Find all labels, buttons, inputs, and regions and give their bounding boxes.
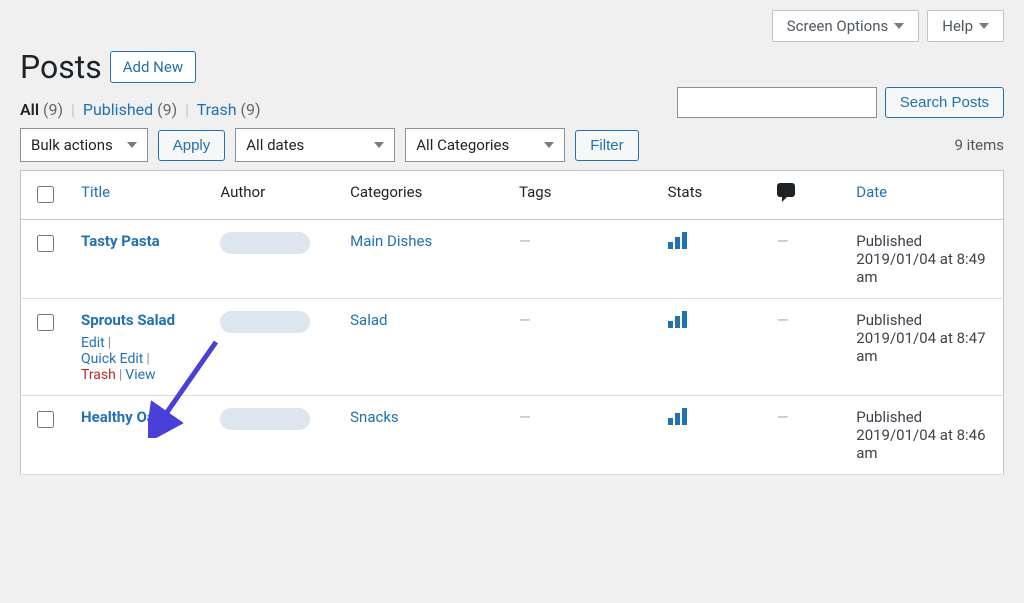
row-checkbox[interactable]: [37, 235, 54, 252]
screen-options-label: Screen Options: [787, 17, 889, 35]
column-date[interactable]: Date: [856, 183, 887, 201]
posts-table: Title Author Categories Tags Stats Date …: [20, 170, 1004, 475]
tags-cell: —: [519, 408, 531, 426]
page-title: Posts: [20, 48, 102, 86]
filter-trash[interactable]: Trash (9): [197, 100, 261, 119]
date-time: 2019/01/04 at 8:47 am: [856, 329, 991, 365]
date-filter-select[interactable]: All dates: [235, 128, 395, 162]
date-status: Published: [856, 311, 991, 329]
edit-link[interactable]: Edit: [81, 335, 105, 351]
screen-options-button[interactable]: Screen Options: [772, 10, 920, 42]
filter-all[interactable]: All (9): [20, 100, 67, 119]
date-status: Published: [856, 232, 991, 250]
items-count: 9 items: [954, 136, 1004, 154]
help-label: Help: [942, 17, 973, 35]
column-author: Author: [220, 183, 265, 201]
comments-cell: —: [777, 311, 789, 329]
post-title-link[interactable]: Tasty Pasta: [81, 232, 196, 250]
comments-cell: —: [777, 408, 789, 426]
apply-button[interactable]: Apply: [158, 130, 226, 161]
category-link[interactable]: Salad: [350, 311, 387, 329]
author-redacted: [220, 232, 310, 254]
caret-down-icon: [979, 23, 989, 29]
view-link[interactable]: View: [125, 367, 155, 383]
author-redacted: [220, 311, 310, 333]
author-redacted: [220, 408, 310, 430]
date-time: 2019/01/04 at 8:46 am: [856, 426, 991, 462]
date-time: 2019/01/04 at 8:49 am: [856, 250, 991, 286]
stats-icon[interactable]: [668, 311, 687, 328]
filter-button[interactable]: Filter: [575, 130, 638, 161]
column-stats: Stats: [668, 183, 703, 201]
tags-cell: —: [519, 232, 531, 250]
stats-icon[interactable]: [668, 408, 687, 425]
post-title-link[interactable]: Healthy Oats: [81, 408, 196, 426]
category-link[interactable]: Snacks: [350, 408, 399, 426]
category-link[interactable]: Main Dishes: [350, 232, 432, 250]
help-button[interactable]: Help: [927, 10, 1004, 42]
table-row: Sprouts Salad Edit|Quick Edit|Trash|View S…: [21, 299, 1004, 396]
post-title-link[interactable]: Sprouts Salad: [81, 311, 196, 329]
add-new-button[interactable]: Add New: [110, 51, 196, 83]
caret-down-icon: [374, 142, 384, 148]
select-all-checkbox[interactable]: [37, 186, 54, 203]
bulk-actions-select[interactable]: Bulk actions: [20, 128, 148, 162]
tags-cell: —: [519, 311, 531, 329]
quick-edit-link[interactable]: Quick Edit: [81, 351, 143, 367]
search-input[interactable]: [677, 87, 877, 118]
column-categories: Categories: [350, 183, 422, 201]
caret-down-icon: [894, 23, 904, 29]
table-row: Healthy Oats Snacks — — Published2019/01/04 …: [21, 396, 1004, 475]
category-filter-select[interactable]: All Categories: [405, 128, 565, 162]
caret-down-icon: [544, 142, 554, 148]
caret-down-icon: [127, 142, 137, 148]
comments-icon: [777, 183, 795, 197]
table-row: Tasty Pasta Main Dishes — — Published2019/01…: [21, 220, 1004, 299]
search-posts-button[interactable]: Search Posts: [885, 87, 1004, 118]
stats-icon[interactable]: [668, 232, 687, 249]
row-checkbox[interactable]: [37, 314, 54, 331]
filter-published[interactable]: Published (9): [83, 100, 181, 119]
column-tags: Tags: [519, 183, 551, 201]
trash-link[interactable]: Trash: [81, 367, 116, 383]
comments-cell: —: [777, 232, 789, 250]
column-title[interactable]: Title: [81, 183, 110, 201]
date-status: Published: [856, 408, 991, 426]
row-actions: Edit|Quick Edit|Trash|View: [81, 335, 196, 383]
row-checkbox[interactable]: [37, 411, 54, 428]
